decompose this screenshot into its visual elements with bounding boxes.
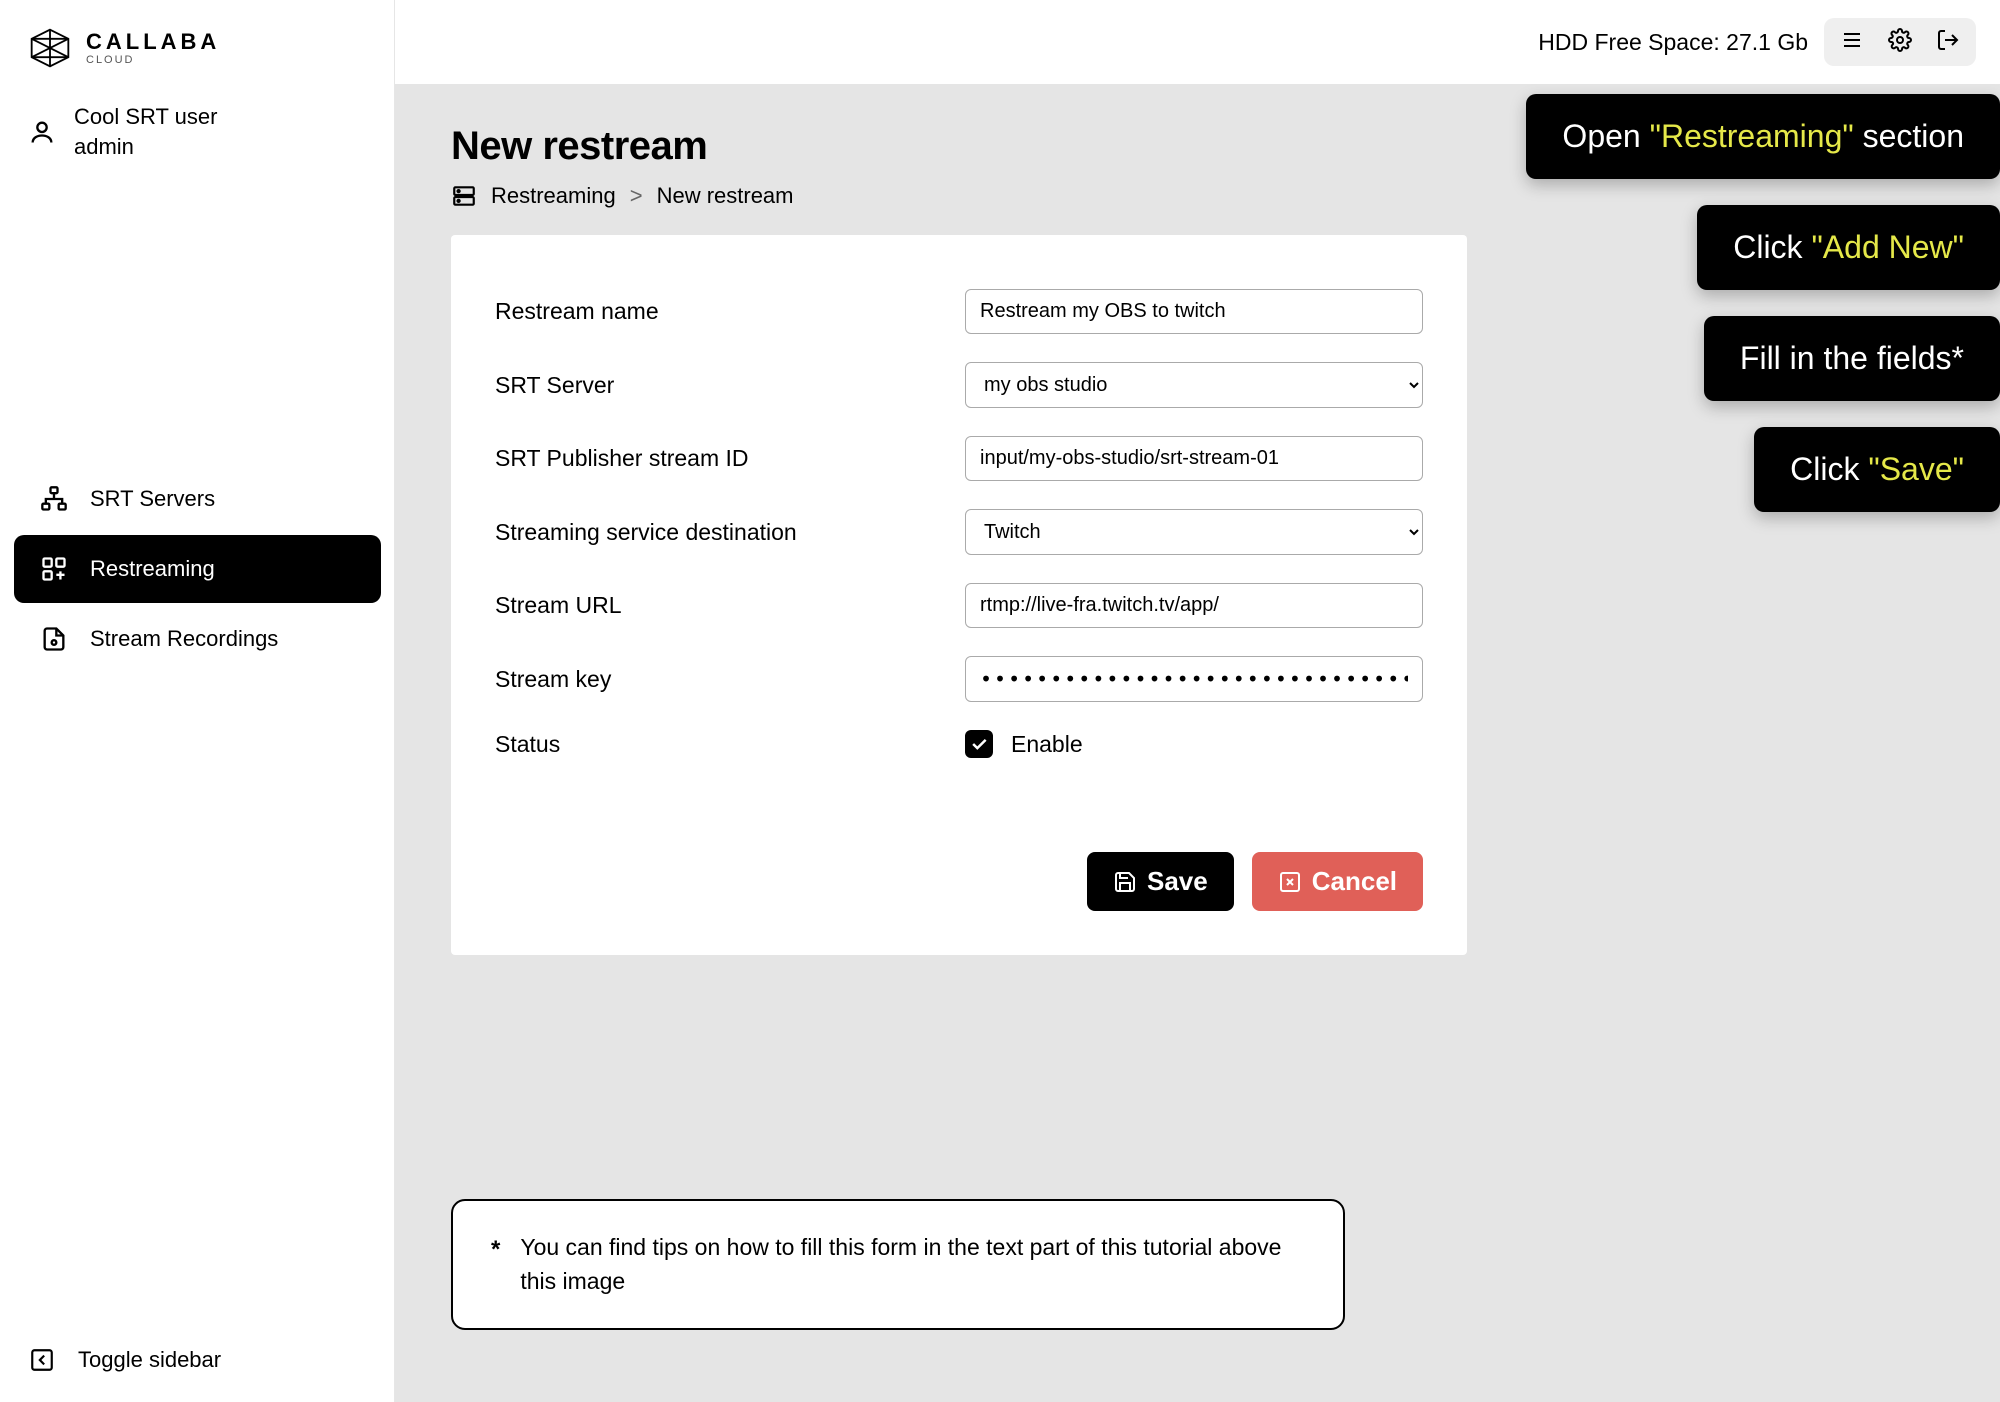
servers-icon (40, 485, 68, 513)
publisher-id-input[interactable] (965, 436, 1423, 481)
tip-asterisk: * (491, 1233, 500, 1298)
nav-item-restreaming[interactable]: Restreaming (14, 535, 381, 603)
topbar: HDD Free Space: 27.1 Gb (395, 0, 2000, 84)
label-srt-server: SRT Server (495, 372, 965, 399)
nav-label: Restreaming (90, 556, 215, 582)
gear-icon (1888, 28, 1912, 57)
nav-label: SRT Servers (90, 486, 215, 512)
user-block: Cool SRT user admin (0, 88, 395, 185)
callout-fill-fields: Fill in the fields* (1704, 316, 2000, 401)
breadcrumb-icon (451, 183, 477, 209)
breadcrumb-current: New restream (657, 183, 794, 209)
nav-label: Stream Recordings (90, 626, 278, 652)
label-stream-key: Stream key (495, 666, 965, 693)
form-card: Restream name SRT Server my obs studio S… (451, 235, 1467, 955)
nav: SRT Servers Restreaming (0, 465, 395, 673)
menu-button[interactable] (1828, 22, 1876, 62)
save-button-label: Save (1147, 866, 1208, 897)
brand-logo-icon (28, 26, 72, 70)
toggle-sidebar-label: Toggle sidebar (78, 1347, 221, 1373)
collapse-icon (28, 1346, 56, 1374)
nav-item-srt-servers[interactable]: SRT Servers (14, 465, 381, 533)
enable-checkbox[interactable] (965, 730, 993, 758)
tip-box: * You can find tips on how to fill this … (451, 1199, 1345, 1330)
label-publisher-id: SRT Publisher stream ID (495, 445, 965, 472)
topbar-actions (1824, 18, 1976, 66)
sidebar: CALLABA CLOUD Cool SRT user admin (0, 0, 395, 1402)
enable-label: Enable (1011, 731, 1083, 758)
user-role: admin (74, 132, 217, 162)
save-icon (1113, 870, 1137, 894)
logout-button[interactable] (1924, 22, 1972, 62)
brand: CALLABA CLOUD (0, 0, 395, 88)
label-stream-url: Stream URL (495, 592, 965, 619)
label-status: Status (495, 731, 965, 758)
save-button[interactable]: Save (1087, 852, 1234, 911)
instruction-callouts: Open "Restreaming" section Click "Add Ne… (1526, 94, 2000, 512)
cancel-button-label: Cancel (1312, 866, 1397, 897)
brand-subtitle: CLOUD (86, 55, 220, 66)
cancel-button[interactable]: Cancel (1252, 852, 1423, 911)
toggle-sidebar[interactable]: Toggle sidebar (28, 1346, 367, 1374)
free-space-text: HDD Free Space: 27.1 Gb (1538, 29, 1808, 56)
tip-text: You can find tips on how to fill this fo… (520, 1231, 1305, 1298)
logout-icon (1936, 28, 1960, 57)
recordings-icon (40, 625, 68, 653)
callout-open-restreaming: Open "Restreaming" section (1526, 94, 2000, 179)
nav-item-recordings[interactable]: Stream Recordings (14, 605, 381, 673)
label-destination: Streaming service destination (495, 519, 965, 546)
user-icon (28, 118, 56, 146)
breadcrumb-link[interactable]: Restreaming (491, 183, 616, 209)
brand-title: CALLABA (86, 31, 220, 53)
main: HDD Free Space: 27.1 Gb (395, 0, 2000, 1402)
stream-url-input[interactable] (965, 583, 1423, 628)
callout-add-new: Click "Add New" (1697, 205, 2000, 290)
restreaming-icon (40, 555, 68, 583)
settings-button[interactable] (1876, 22, 1924, 62)
label-restream-name: Restream name (495, 298, 965, 325)
callout-click-save: Click "Save" (1754, 427, 2000, 512)
user-name: Cool SRT user (74, 102, 217, 132)
cancel-icon (1278, 870, 1302, 894)
breadcrumb-separator: > (630, 183, 643, 209)
restream-name-input[interactable] (965, 289, 1423, 334)
content: Open "Restreaming" section Click "Add Ne… (395, 84, 2000, 1402)
srt-server-select[interactable]: my obs studio (965, 362, 1423, 408)
stream-key-input[interactable] (965, 656, 1423, 702)
destination-select[interactable]: Twitch (965, 509, 1423, 555)
menu-icon (1840, 28, 1864, 57)
